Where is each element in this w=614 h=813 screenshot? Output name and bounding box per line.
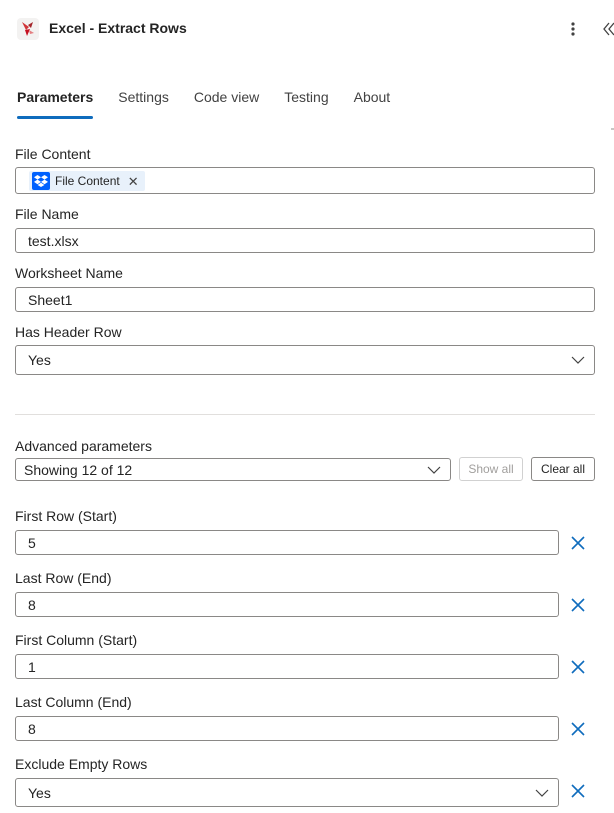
first-column-label: First Column (Start) <box>15 632 138 648</box>
tab-bar: Parameters Settings Code view Testing Ab… <box>17 88 415 120</box>
chevron-down-icon <box>571 356 585 364</box>
first-row-label: First Row (Start) <box>15 508 117 524</box>
has-header-row-label: Has Header Row <box>15 324 122 340</box>
tab-code-view[interactable]: Code view <box>194 88 259 118</box>
tab-testing[interactable]: Testing <box>284 88 328 118</box>
section-divider <box>15 414 595 415</box>
file-name-label: File Name <box>15 206 79 222</box>
has-header-row-select[interactable]: Yes <box>15 345 595 375</box>
clear-first-row-icon[interactable] <box>569 534 587 552</box>
clear-last-column-icon[interactable] <box>569 720 587 738</box>
file-name-input[interactable]: test.xlsx <box>15 228 595 253</box>
clear-all-button[interactable]: Clear all <box>531 457 595 481</box>
exclude-empty-rows-select[interactable]: Yes <box>15 778 559 807</box>
worksheet-name-label: Worksheet Name <box>15 265 123 281</box>
more-vertical-icon <box>571 22 575 36</box>
worksheet-name-input[interactable]: Sheet1 <box>15 287 595 312</box>
file-content-token-label: File Content <box>55 174 120 188</box>
advanced-parameters-value: Showing 12 of 12 <box>24 461 133 478</box>
double-chevron-left-icon <box>603 22 614 36</box>
last-column-input[interactable]: 8 <box>15 716 559 741</box>
tab-parameters[interactable]: Parameters <box>17 88 94 119</box>
last-row-label: Last Row (End) <box>15 570 112 586</box>
clear-first-column-icon[interactable] <box>569 658 587 676</box>
exclude-empty-rows-label: Exclude Empty Rows <box>15 756 148 772</box>
clear-exclude-empty-rows-icon[interactable] <box>569 782 587 800</box>
advanced-parameters-select[interactable]: Showing 12 of 12 <box>15 458 451 481</box>
has-header-row-value: Yes <box>28 352 51 368</box>
file-content-label: File Content <box>15 146 91 162</box>
clear-last-row-icon[interactable] <box>569 596 587 614</box>
excel-extract-logo <box>17 18 39 40</box>
advanced-parameters-label: Advanced parameters <box>15 438 152 454</box>
first-column-input[interactable]: 1 <box>15 654 559 679</box>
more-options-button[interactable] <box>562 18 584 40</box>
chevron-down-icon <box>427 466 441 474</box>
tab-about[interactable]: About <box>354 88 391 118</box>
chevron-down-icon <box>535 789 549 797</box>
first-row-input[interactable]: 5 <box>15 530 559 555</box>
collapse-panel-button[interactable] <box>600 18 614 40</box>
exclude-empty-rows-value: Yes <box>28 784 51 801</box>
remove-token-icon[interactable]: ✕ <box>128 175 139 188</box>
file-content-token[interactable]: File Content ✕ <box>29 171 145 191</box>
last-column-label: Last Column (End) <box>15 694 132 710</box>
dropbox-icon <box>32 172 50 190</box>
file-content-field[interactable]: File Content ✕ <box>15 167 595 194</box>
panel-header: Excel - Extract Rows <box>0 0 614 60</box>
tab-settings[interactable]: Settings <box>118 88 169 118</box>
last-row-input[interactable]: 8 <box>15 592 559 617</box>
panel-title: Excel - Extract Rows <box>49 20 187 36</box>
show-all-button[interactable]: Show all <box>459 457 523 481</box>
